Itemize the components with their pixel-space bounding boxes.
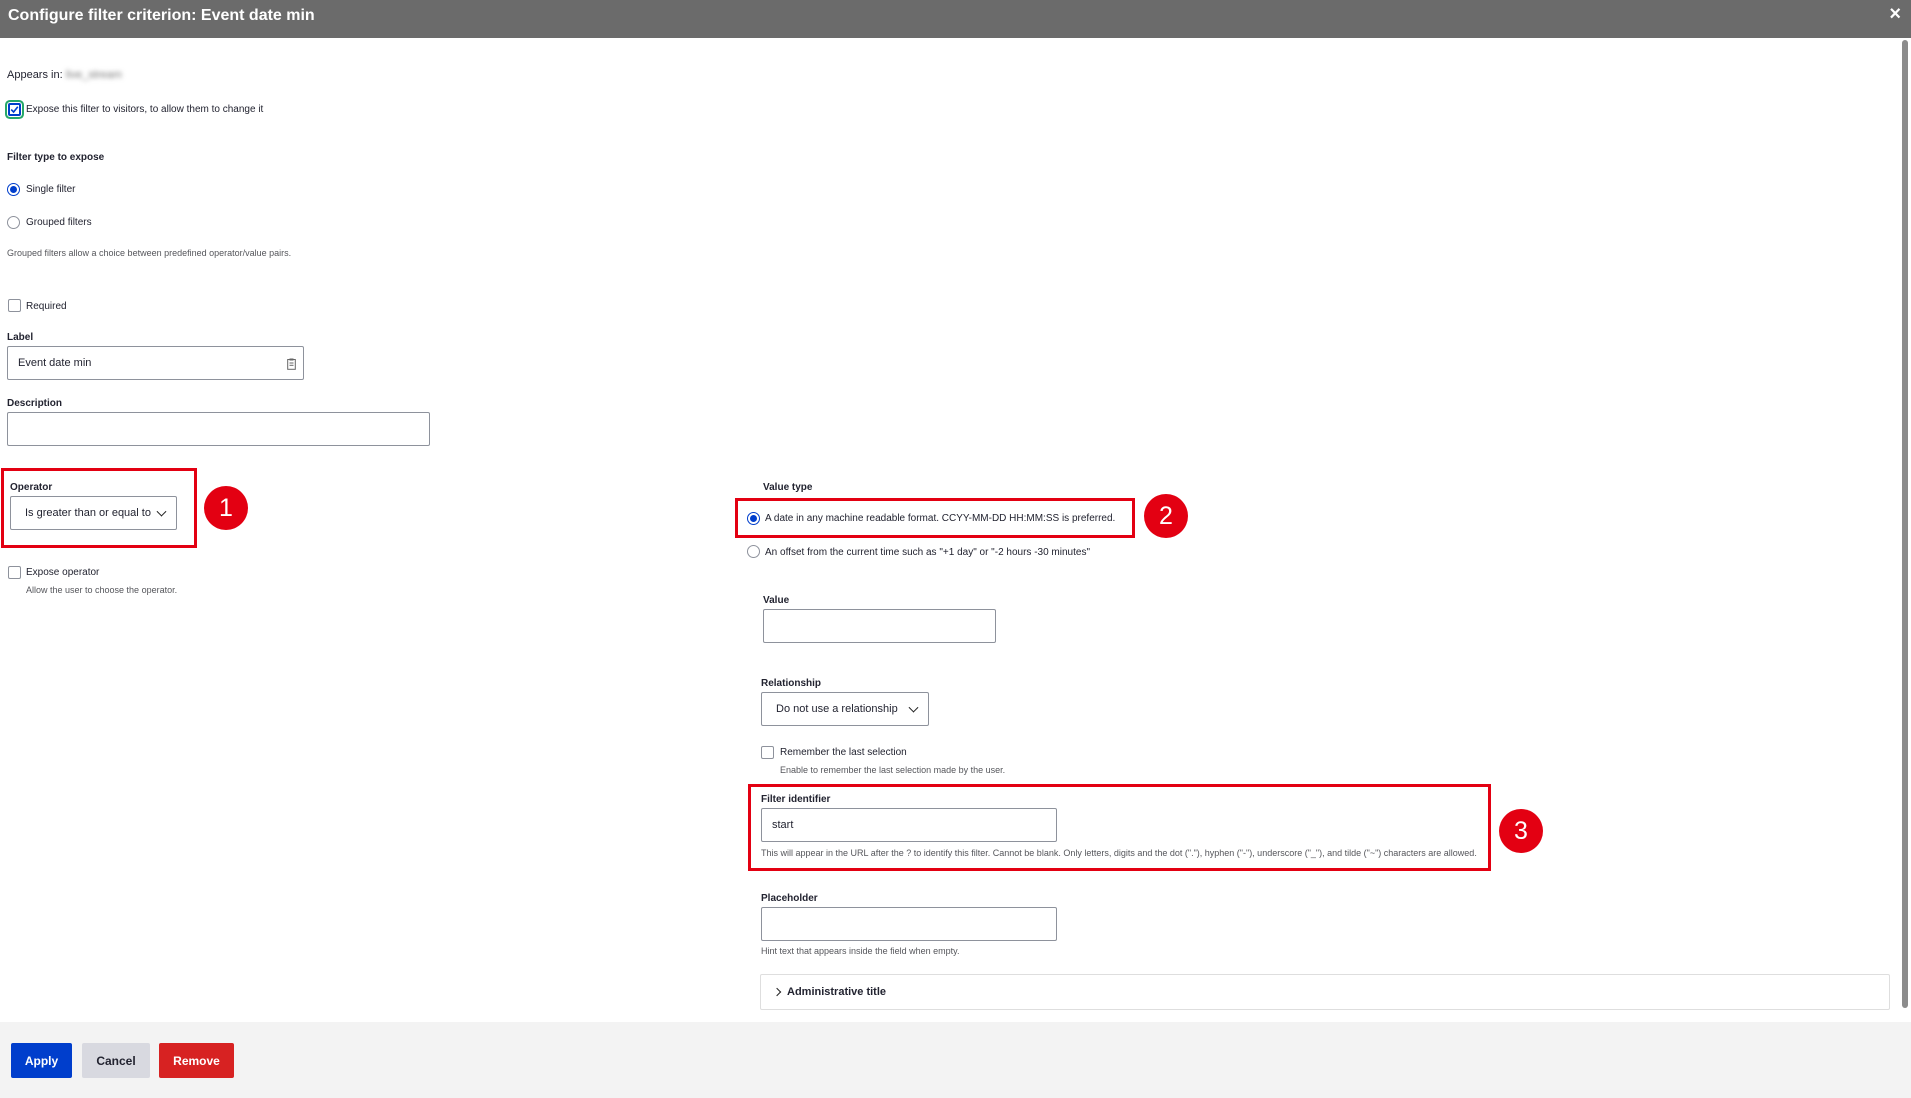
cancel-button[interactable]: Cancel	[82, 1043, 150, 1078]
filter-type-heading: Filter type to expose	[7, 152, 105, 163]
annotation-badge-3: 3	[1499, 809, 1543, 853]
remember-label: Remember the last selection	[780, 747, 907, 758]
annotation-box-1	[1, 468, 197, 548]
value-type-offset-label: An offset from the current time such as …	[765, 547, 1090, 558]
filter-type-help: Grouped filters allow a choice between p…	[7, 248, 292, 258]
appears-in-value: live_stream	[65, 69, 122, 81]
grouped-filters-radio[interactable]	[7, 216, 20, 229]
label-field-label: Label	[7, 332, 34, 343]
placeholder-input[interactable]	[761, 907, 1057, 941]
relationship-select-value: Do not use a relationship	[776, 703, 898, 715]
label-input[interactable]: Event date min	[7, 346, 304, 380]
remember-help: Enable to remember the last selection ma…	[780, 765, 1006, 775]
expose-operator-label: Expose operator	[26, 567, 100, 578]
clipboard-icon	[287, 358, 296, 370]
value-input[interactable]	[763, 609, 996, 643]
relationship-label: Relationship	[761, 678, 822, 689]
single-filter-radio[interactable]	[7, 183, 20, 196]
remember-checkbox[interactable]	[761, 746, 774, 759]
chevron-down-icon	[908, 702, 919, 713]
required-label: Required	[26, 301, 67, 312]
scrollbar[interactable]	[1902, 40, 1908, 1008]
chevron-right-icon	[772, 987, 782, 997]
annotation-badge-2: 2	[1144, 494, 1188, 538]
grouped-filters-label: Grouped filters	[26, 217, 92, 228]
required-checkbox[interactable]	[8, 299, 21, 312]
expose-operator-help: Allow the user to choose the operator.	[26, 585, 178, 595]
dialog-footer	[0, 1022, 1911, 1098]
remove-button[interactable]: Remove	[159, 1043, 234, 1078]
expose-filter-checkbox[interactable]	[8, 103, 21, 116]
relationship-select[interactable]: Do not use a relationship	[761, 692, 929, 726]
placeholder-help: Hint text that appears inside the field …	[761, 946, 960, 956]
description-input[interactable]	[7, 412, 430, 446]
single-filter-label: Single filter	[26, 184, 76, 195]
annotation-badge-1: 1	[204, 486, 248, 530]
expose-operator-checkbox[interactable]	[8, 566, 21, 579]
annotation-box-3	[748, 784, 1491, 871]
apply-button[interactable]: Apply	[11, 1043, 72, 1078]
placeholder-field-label: Placeholder	[761, 893, 818, 904]
close-icon[interactable]: ×	[1889, 3, 1901, 26]
label-input-value: Event date min	[18, 357, 92, 369]
annotation-box-2	[735, 498, 1135, 538]
appears-in: Appears in: live_stream	[7, 69, 122, 81]
value-field-label: Value	[763, 595, 790, 606]
dialog-title: Configure filter criterion: Event date m…	[8, 7, 315, 24]
appears-in-label: Appears in:	[7, 69, 63, 81]
description-field-label: Description	[7, 398, 63, 409]
value-type-offset-radio[interactable]	[747, 545, 760, 558]
administrative-title-label: Administrative title	[787, 986, 887, 998]
check-icon	[10, 106, 19, 114]
value-type-label: Value type	[763, 482, 813, 493]
administrative-title-details[interactable]: Administrative title	[760, 974, 1890, 1010]
expose-filter-label: Expose this filter to visitors, to allow…	[26, 104, 264, 115]
dialog-titlebar: Configure filter criterion: Event date m…	[0, 0, 1911, 38]
